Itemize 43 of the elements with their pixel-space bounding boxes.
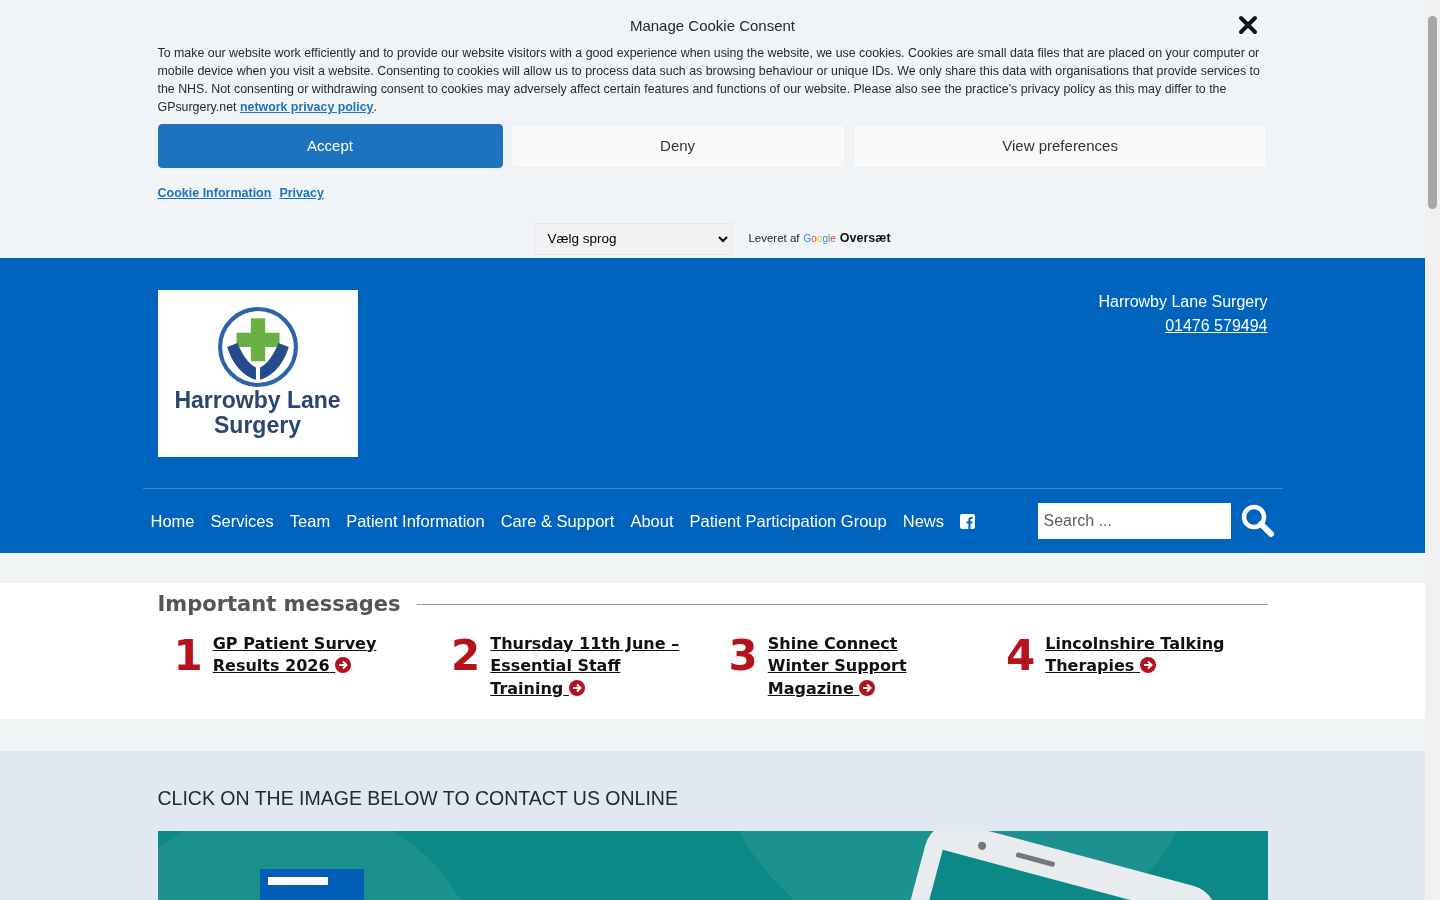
policy-link[interactable]: Privacy — [279, 184, 324, 203]
arrow-icon — [1139, 657, 1156, 673]
facebook-icon[interactable] — [960, 513, 975, 529]
privacy-link[interactable]: network privacy policy — [239, 100, 374, 114]
section-title: Important messages — [157, 591, 401, 618]
practice-name: Harrowby Lane Surgery — [1098, 292, 1268, 312]
consent-text: To make our website work efficiently and to provide our website visitors with a good experience when using the website, we use cookies. Cookies are small data files that are placed on your computer or mobile device when you visit a website. Consenting to cookies will allow us to process data such as browsing behaviour or unique IDs. We only share this data with organisations that provide services to the NHS. Not consenting or withdrawing consent to cookies may adversely affect certain features and functions of our website. Please also see the practice’s privacy policy as this may differ to the GPsurgery.net network privacy policy. — [157, 45, 1261, 116]
language-select[interactable]: Vælg sprog — [534, 222, 733, 255]
consent-button[interactable]: Deny — [510, 124, 845, 168]
message-link[interactable]: GP Patient Survey Results 2026 — [212, 632, 405, 700]
policy-link[interactable]: Cookie Information — [157, 184, 272, 203]
dialog-title: Manage Cookie Consent — [629, 16, 796, 36]
nav-link[interactable]: Patient Participation Group — [681, 508, 895, 534]
translate-link[interactable]: Oversæt — [839, 229, 891, 249]
nav-link[interactable]: About — [622, 508, 682, 534]
message-number: 3 — [728, 634, 758, 682]
scrollbar[interactable] — [1425, 0, 1440, 900]
powered-by-text: Leveret af — [748, 231, 800, 247]
nav-link[interactable]: Home — [142, 508, 203, 534]
consent-button[interactable]: View preferences — [852, 124, 1268, 168]
message-link[interactable]: Shine Connect Winter Support Magazine — [767, 632, 960, 700]
message-number: 2 — [451, 634, 481, 682]
message-number: 1 — [173, 634, 203, 682]
close-icon[interactable] — [1237, 14, 1259, 36]
message-link[interactable]: Thursday 11th June – Essential Staff Training — [490, 632, 683, 700]
google-logo: Google — [803, 232, 836, 247]
nav-link[interactable]: Team — [281, 508, 339, 534]
nav-link[interactable]: Services — [202, 508, 282, 534]
logo-text: Surgery — [214, 412, 301, 438]
arrow-icon — [335, 657, 352, 673]
search-icon[interactable] — [1240, 504, 1275, 538]
message-link[interactable]: Lincolnshire Talking Therapies — [1045, 632, 1238, 700]
message-number: 4 — [1006, 634, 1036, 682]
search-field[interactable]: Search ... — [1037, 503, 1231, 539]
nav-link[interactable]: Care & Support — [492, 508, 623, 534]
cross-hands-icon — [216, 305, 299, 388]
nav-link[interactable]: News — [894, 508, 952, 534]
logo-text: Harrowby Lane — [174, 387, 341, 413]
phone-link[interactable]: 01476 579494 — [1165, 317, 1268, 334]
nav-link[interactable]: Patient Information — [338, 508, 493, 534]
logo[interactable]: Harrowby Lane Surgery — [157, 290, 358, 457]
section-heading: CLICK ON THE IMAGE BELOW TO CONTACT US ONLINE — [157, 786, 679, 811]
accept-button[interactable]: Accept — [157, 124, 503, 168]
